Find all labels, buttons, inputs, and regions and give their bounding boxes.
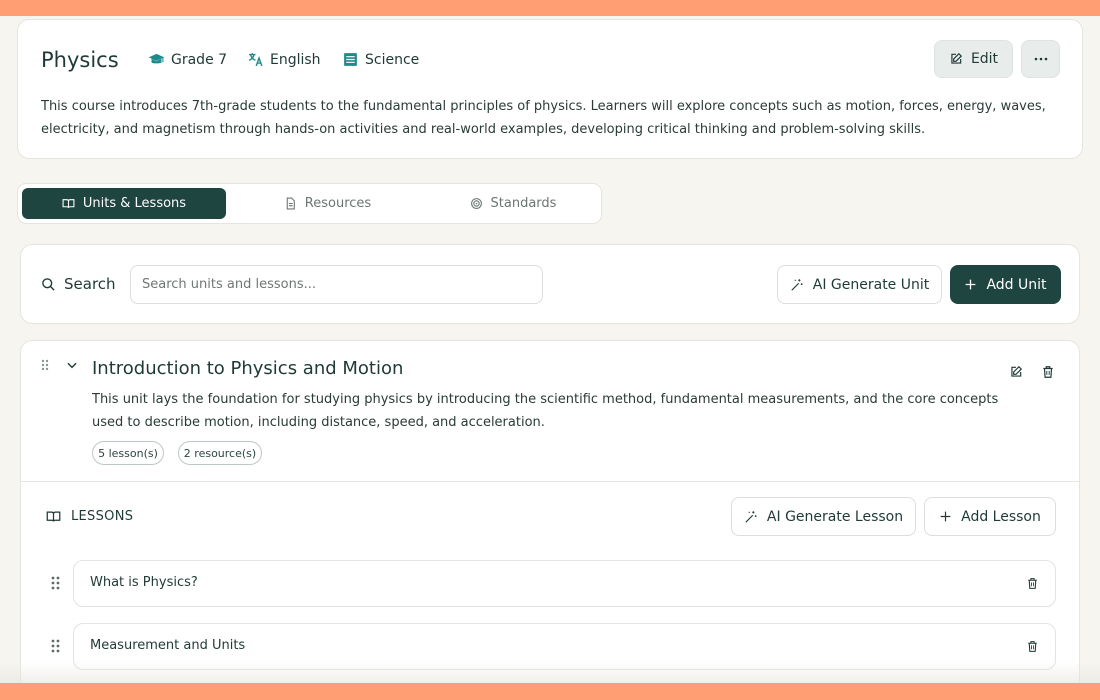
edit-icon [951,52,963,64]
grip-icon [51,639,59,653]
plus-icon [966,279,976,290]
delete-lesson-icon[interactable] [1026,577,1039,590]
ai-generate-lesson-button[interactable]: AI Generate Lesson [731,497,916,536]
search-input[interactable] [130,265,543,304]
add-lesson-label: Add Lesson [961,508,1041,525]
magic-wand-icon [791,278,803,291]
tab-standards-label: Standards [490,196,557,211]
search-label-text: Search [64,275,116,293]
course-language: English [247,51,321,68]
course-description: This course introduces 7th-grade student… [41,99,1046,137]
search-panel: Search AI Generate Unit Add Unit [20,244,1080,324]
chevron-down-icon[interactable] [65,358,79,372]
graduation-cap-icon [148,53,165,64]
bottom-fade [0,662,1100,683]
tab-units-lessons-label: Units & Lessons [82,196,187,211]
plus-icon [940,511,951,522]
lesson-drag-handle[interactable] [49,638,61,654]
ai-generate-lesson-label: AI Generate Lesson [766,508,904,525]
magic-wand-icon [745,510,757,523]
document-icon [286,197,295,210]
lesson-count-badge: 5 lesson(s) [92,441,164,465]
bottom-accent-bar [0,683,1100,700]
course-language-label: English [270,51,321,68]
course-subject: Science [342,51,419,68]
add-unit-button[interactable]: Add Unit [950,265,1061,304]
translate-icon [248,53,263,67]
search-icon [42,277,55,291]
unit-card: Introduction to Physics and Motion This … [20,340,1080,700]
top-accent-bar [0,0,1100,16]
subject-list-icon [344,53,357,66]
lesson-title: Measurement and Units [90,638,246,653]
course-header-card: Physics Grade 7 English Science Edit Thi… [17,19,1083,159]
target-icon [470,198,482,209]
unit-divider [21,481,1079,482]
unit-drag-handle[interactable] [39,357,51,373]
edit-unit-icon[interactable] [1009,365,1023,379]
tab-resources-label: Resources [304,196,372,211]
edit-course-label: Edit [970,51,999,67]
tab-units-lessons[interactable]: Units & Lessons [22,188,226,219]
search-label: Search [41,275,116,293]
edit-course-button[interactable]: Edit [934,40,1013,78]
grip-icon [51,576,59,590]
course-title: Physics [41,48,119,72]
more-options-button[interactable] [1021,40,1060,78]
course-subject-label: Science [365,51,420,68]
ellipsis-icon [1034,57,1047,61]
delete-unit-icon[interactable] [1041,365,1055,379]
lesson-row[interactable]: What is Physics? [73,560,1056,607]
lesson-drag-handle[interactable] [49,575,61,591]
book-open-icon [46,511,61,522]
delete-lesson-icon[interactable] [1026,640,1039,653]
course-tabs: Units & Lessons Resources Standards [17,183,602,224]
course-grade-label: Grade 7 [171,51,228,68]
ai-generate-unit-button[interactable]: AI Generate Unit [777,265,942,304]
resource-count-badge: 2 resource(s) [178,441,262,465]
course-grade: Grade 7 [148,51,227,68]
grip-icon [41,359,49,371]
add-unit-label: Add Unit [986,276,1047,293]
unit-title: Introduction to Physics and Motion [92,358,404,379]
tab-resources[interactable]: Resources [240,188,415,219]
book-open-icon [62,199,75,208]
lessons-heading-label: LESSONS [71,509,134,524]
lesson-title: What is Physics? [90,575,198,590]
unit-description: This unit lays the foundation for studyi… [92,392,999,430]
ai-generate-unit-label: AI Generate Unit [812,276,930,293]
lessons-heading: LESSONS [46,509,133,524]
add-lesson-button[interactable]: Add Lesson [924,497,1056,536]
tab-standards[interactable]: Standards [426,188,600,219]
